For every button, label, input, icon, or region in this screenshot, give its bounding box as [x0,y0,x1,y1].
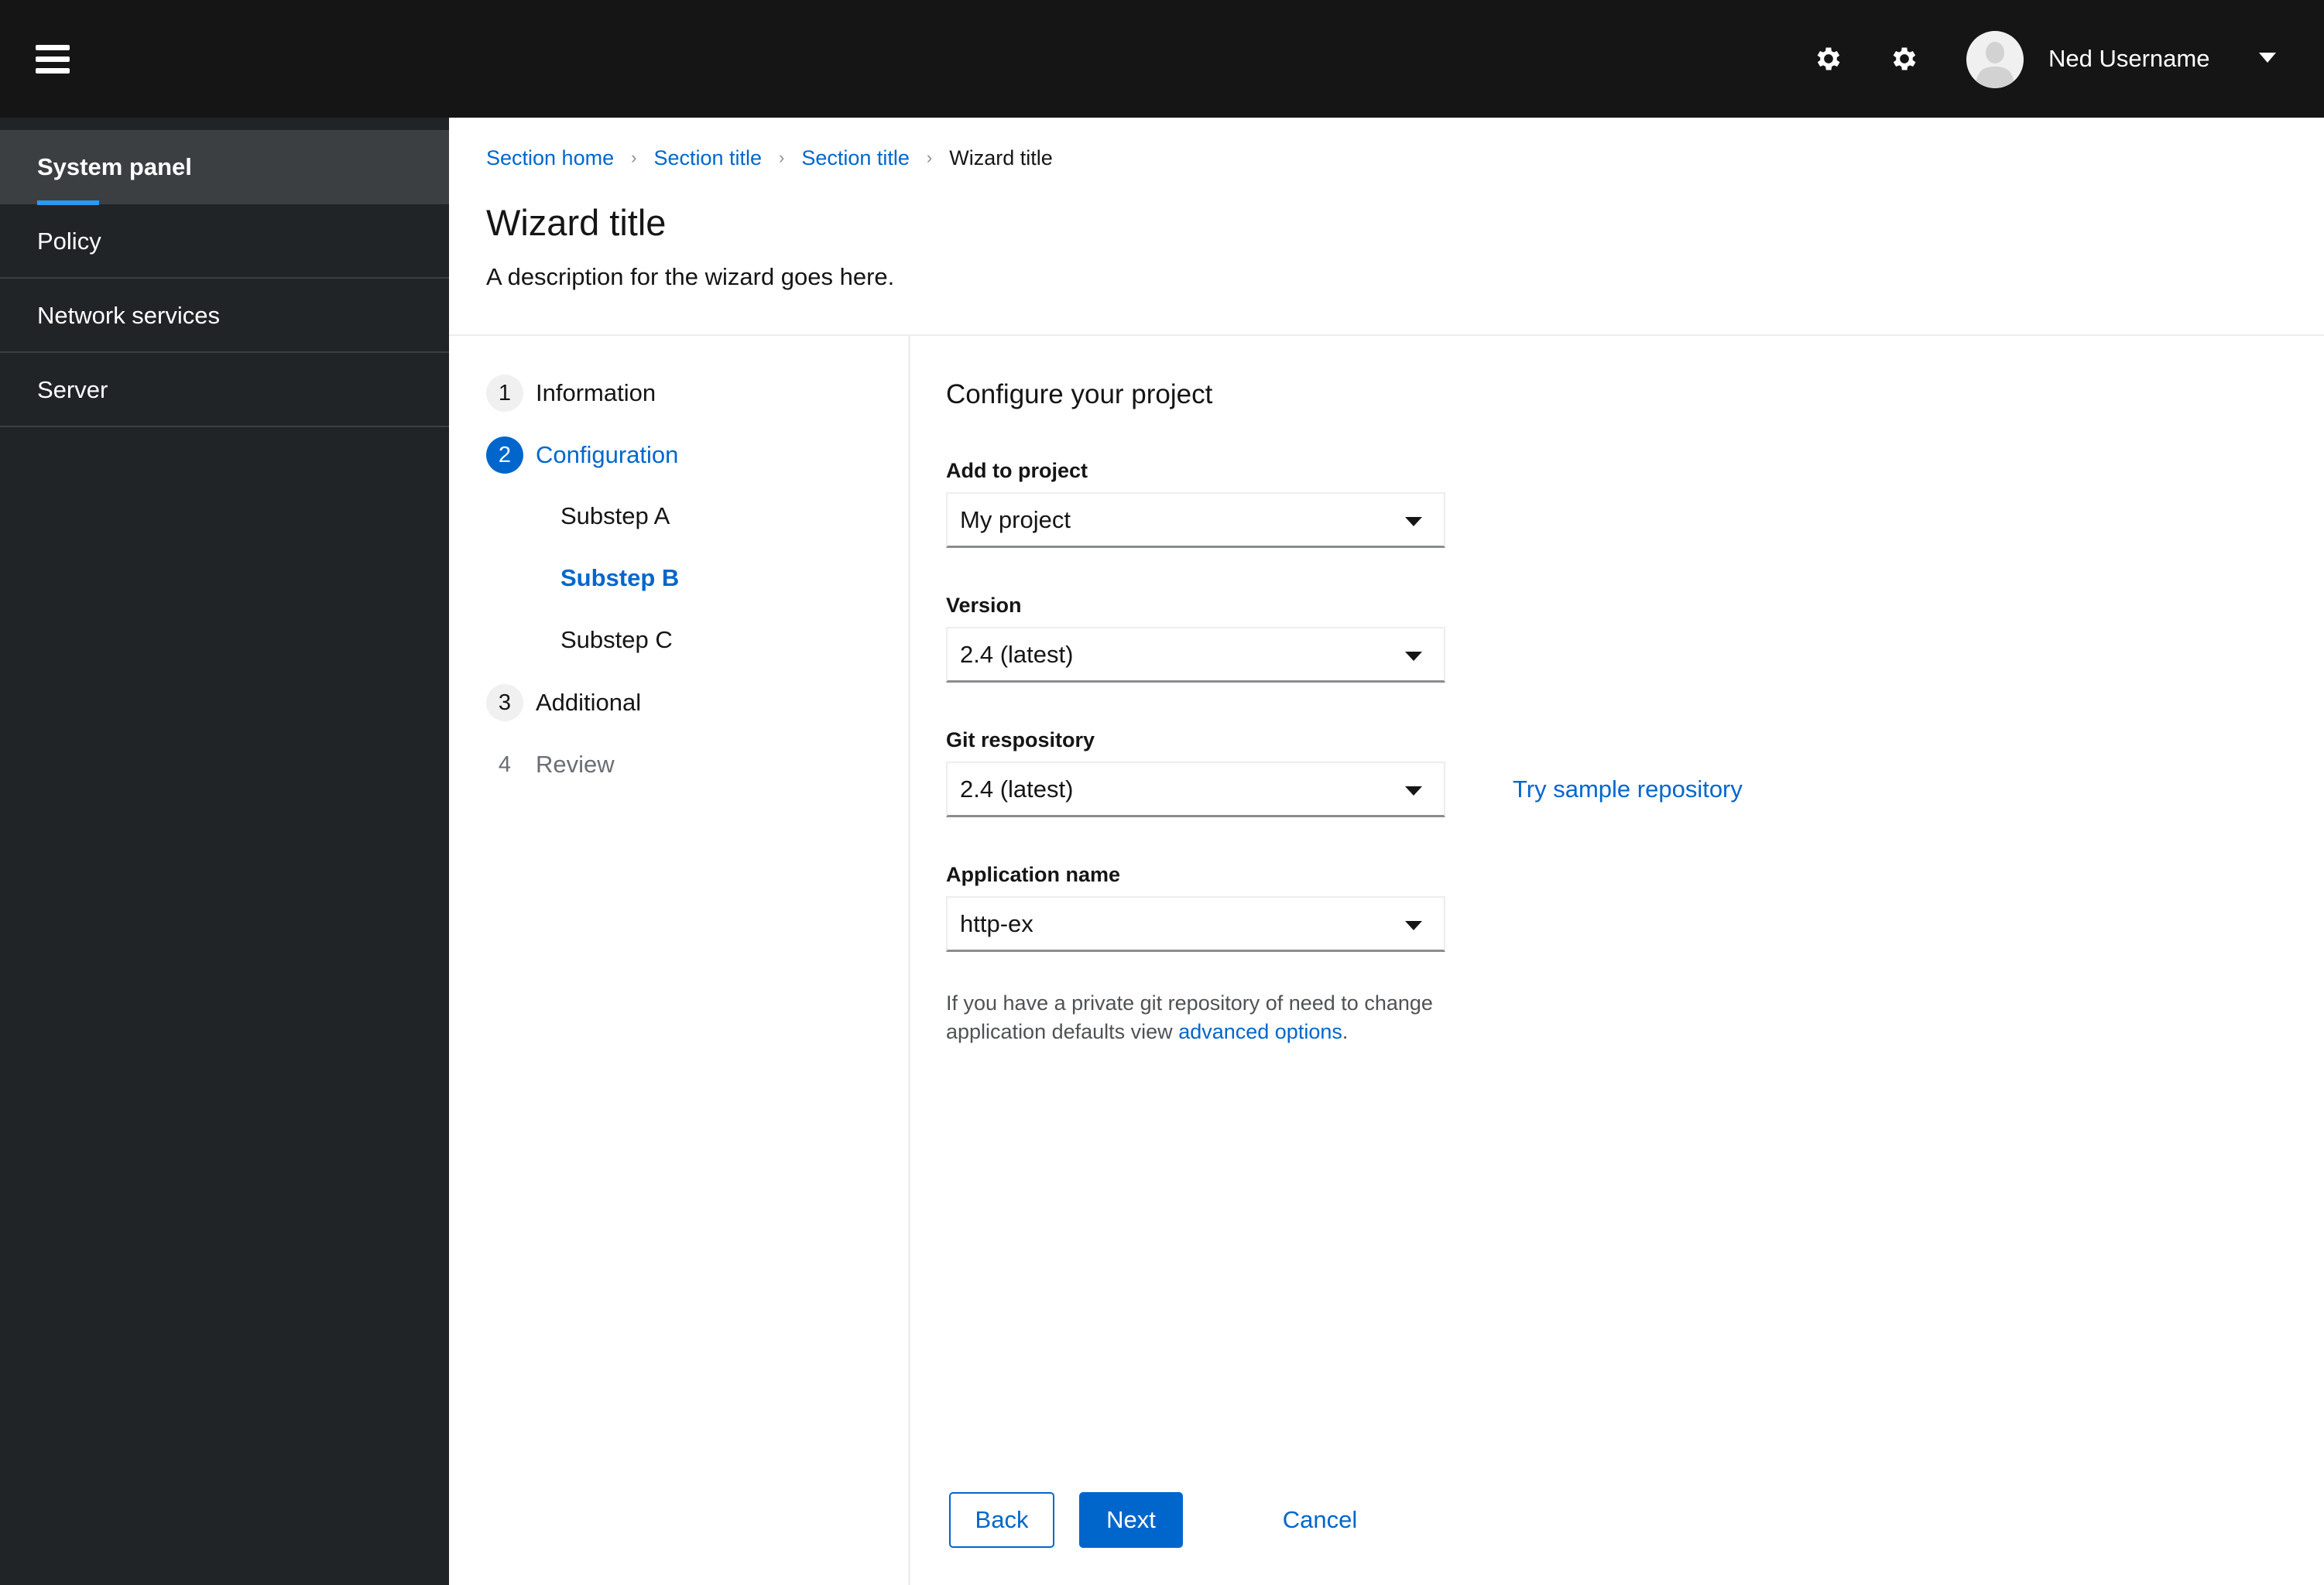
caret-down-icon [1405,517,1422,526]
chevron-right-icon: › [926,148,933,167]
cancel-button[interactable]: Cancel [1262,1492,1378,1548]
step-number: 2 [486,436,523,474]
wizard-step-review: 4 Review [486,745,615,784]
add-to-project-select[interactable]: My project [946,492,1445,548]
wizard-substep-b[interactable]: Substep B [560,561,679,595]
wizard-step-information[interactable]: 1 Information [486,374,656,413]
next-button[interactable]: Next [1079,1492,1183,1548]
step-number: 1 [486,375,523,412]
breadcrumb-current: Wizard title [949,145,1053,169]
chevron-right-icon: › [631,148,637,167]
sidebar-item-label: Server [37,376,108,403]
divider [449,334,2324,336]
wizard-step-configuration[interactable]: 2 Configuration [486,436,678,474]
helper-text-end: . [1342,1020,1349,1043]
helper-text: If you have a private git repository of … [946,989,1503,1046]
select-value: 2.4 (latest) [960,775,1074,803]
select-value: http-ex [960,910,1033,937]
step-label: Information [536,379,656,406]
step-label: Additional [536,689,642,716]
user-name[interactable]: Ned Username [2048,42,2209,76]
breadcrumb: Section home › Section title › Section t… [486,144,1053,172]
sidebar-item-policy[interactable]: Policy [0,204,449,279]
caret-down-icon [1405,786,1422,796]
sidebar-item-label: System panel [37,153,192,180]
application-name-label: Application name [946,863,1121,886]
advanced-options-link[interactable]: advanced options [1178,1020,1342,1043]
avatar[interactable] [1966,31,2024,88]
step-label: Review [536,751,615,778]
chevron-right-icon: › [779,148,785,167]
hamburger-icon[interactable] [36,43,70,74]
caret-down-icon[interactable] [2259,53,2276,63]
sidebar-item-label: Policy [37,228,101,255]
caret-down-icon [1405,652,1422,661]
form-title: Configure your project [946,379,1213,409]
sidebar-item-server[interactable]: Server [0,353,449,427]
step-number: 3 [486,684,523,721]
wizard-nav-divider [908,336,910,1585]
sidebar-item-label: Network services [37,302,220,329]
try-sample-repository-link[interactable]: Try sample repository [1513,772,1743,806]
wizard-substep-a[interactable]: Substep A [560,499,670,533]
caret-down-icon [1405,921,1422,930]
step-label: Configuration [536,441,679,468]
breadcrumb-link[interactable]: Section title [801,146,910,170]
version-label: Version [946,594,1022,617]
select-value: My project [960,506,1071,533]
user-avatar-icon [1976,42,2014,88]
version-select[interactable]: 2.4 (latest) [946,627,1445,683]
git-repository-select[interactable]: 2.4 (latest) [946,762,1445,817]
sidebar-item-system-panel[interactable]: System panel [0,130,449,205]
gear-icon[interactable] [1889,43,1920,74]
add-to-project-label: Add to project [946,459,1088,482]
gear-icon[interactable] [1813,43,1844,74]
step-number: 4 [498,751,512,777]
wizard-substep-c[interactable]: Substep C [560,623,673,657]
sidebar: System panel Policy Network services Ser… [0,118,449,1585]
breadcrumb-link[interactable]: Section home [486,146,614,170]
back-button[interactable]: Back [949,1492,1054,1548]
git-repository-label: Git respository [946,728,1095,751]
masthead: Ned Username [0,0,2324,118]
select-value: 2.4 (latest) [960,641,1074,668]
breadcrumb-link[interactable]: Section title [653,146,762,170]
sidebar-item-network-services[interactable]: Network services [0,279,449,353]
page-description: A description for the wizard goes here. [486,263,895,290]
application-name-select[interactable]: http-ex [946,896,1445,952]
page-title: Wizard title [486,202,667,243]
wizard-step-additional[interactable]: 3 Additional [486,683,641,722]
